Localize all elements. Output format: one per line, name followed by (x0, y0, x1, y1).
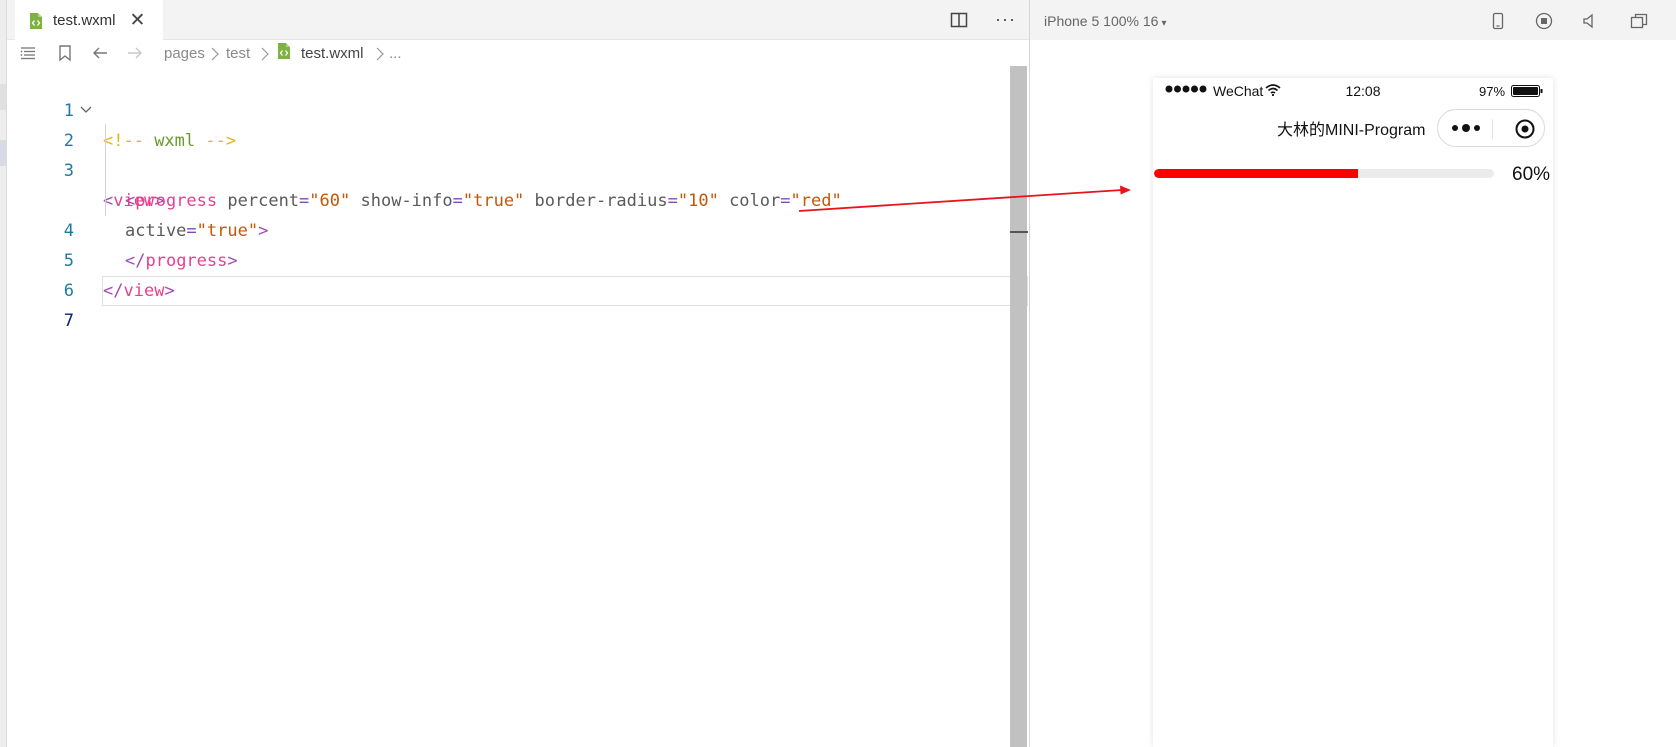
line-number: 7 (63, 311, 74, 331)
code-line: 4 </progress> (0, 186, 238, 271)
close-icon[interactable]: ✕ (130, 11, 146, 30)
capsule-divider (1492, 119, 1493, 139)
page-title: 大林的MINI-Program (1277, 122, 1426, 139)
chevron-right-icon (261, 47, 269, 61)
code-line: 6 (0, 246, 82, 301)
volume-mute-icon[interactable] (1581, 12, 1599, 30)
wxml-file-icon (278, 43, 290, 59)
phone-device-icon[interactable] (1489, 12, 1507, 30)
code-line: 3 <progress percent="60" show-info="true… (0, 126, 842, 211)
bookmark-icon[interactable] (57, 44, 73, 62)
menu-capsule (1437, 109, 1545, 147)
status-bar: WeChat 12:08 97% (1153, 78, 1553, 104)
indent-guide (105, 124, 106, 216)
breadcrumb-item[interactable]: test.wxml (301, 45, 364, 62)
battery-percent: 97% (1479, 84, 1506, 99)
editor-scrollbar[interactable] (1010, 66, 1027, 747)
more-menu-icon[interactable] (1450, 118, 1482, 138)
breadcrumb-item[interactable]: ... (389, 45, 402, 62)
record-stop-icon[interactable] (1535, 12, 1553, 30)
code-line: 5 </view> (0, 216, 175, 301)
phone-screen: WeChat 12:08 97% 大林的MINI-Program 60% (1153, 78, 1553, 747)
code-line-wrapped: active="true"> (125, 221, 269, 241)
current-line-highlight (102, 276, 1028, 306)
more-actions-icon[interactable]: ··· (995, 9, 1016, 30)
detach-window-icon[interactable] (1630, 12, 1648, 30)
simulator-pane: iPhone 5 100% 16 ▾ WeChat 12:08 97% 大林的M… (1029, 0, 1676, 747)
progress-track (1154, 169, 1494, 178)
signal-strength-icon (1165, 85, 1207, 93)
tab-test-wxml[interactable]: test.wxml ✕ (15, 0, 163, 41)
close-miniprogram-icon[interactable] (1514, 118, 1536, 140)
outline-list-icon[interactable] (19, 44, 37, 62)
editor-tab-bar: test.wxml ✕ ··· (7, 0, 1029, 41)
breadcrumb-item[interactable]: test (226, 45, 250, 62)
status-time: 12:08 (1345, 83, 1381, 99)
tab-label: test.wxml (53, 12, 116, 29)
forward-arrow-icon[interactable] (126, 44, 144, 62)
code-editor-pane: test.wxml ✕ ··· pages test test.wxml ...… (0, 0, 1029, 747)
progress-fill (1154, 169, 1358, 178)
code-line: 7 (0, 276, 82, 331)
battery-icon (1511, 85, 1543, 97)
chevron-right-icon (376, 47, 384, 61)
code-line: 2 <view> (0, 96, 164, 211)
navigation-bar: 大林的MINI-Program (1153, 104, 1553, 148)
carrier-label: WeChat (1213, 83, 1264, 99)
progress-info-text: 60% (1512, 164, 1551, 185)
device-selector-label: iPhone 5 100% 16 (1044, 13, 1159, 29)
back-arrow-icon[interactable] (91, 44, 109, 62)
breadcrumb-item[interactable]: pages (164, 45, 205, 62)
scrollbar-cursor-marker (1010, 231, 1028, 233)
code-line: 1 <!-- wxml --> (0, 66, 236, 151)
wxml-file-icon (30, 12, 42, 29)
device-selector[interactable]: iPhone 5 100% 16 ▾ (1044, 13, 1166, 29)
fold-chevron-icon[interactable] (80, 106, 92, 114)
chevron-right-icon (211, 47, 219, 61)
split-editor-icon[interactable] (950, 11, 968, 29)
caret-down-icon: ▾ (1161, 18, 1167, 29)
breadcrumb: pages test test.wxml ... (7, 42, 1029, 66)
simulator-toolbar: iPhone 5 100% 16 ▾ (1030, 0, 1676, 40)
progress-component: 60% (1153, 164, 1553, 188)
wifi-icon (1265, 84, 1281, 96)
